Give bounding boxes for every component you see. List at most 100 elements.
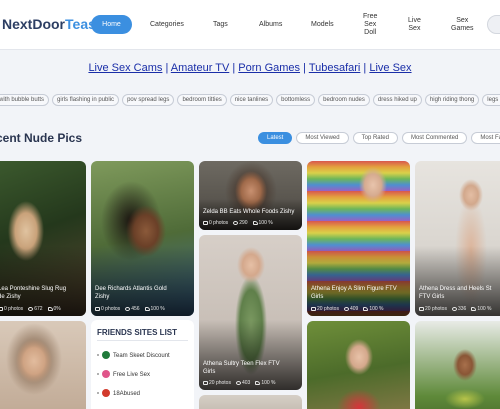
gallery-card[interactable]: Athena Dress and Heels St FTV Girls 20 ph…	[415, 161, 500, 316]
nav-categories[interactable]: Categories	[150, 21, 184, 29]
link-porn-games[interactable]: Porn Games	[238, 62, 300, 74]
card-caption-line1: Lea Ponteshine Slug Rug	[0, 286, 67, 292]
page: NextDoorTease Home Categories Tags Album…	[0, 0, 500, 409]
nav-free-sex-doll-line2: Sex	[364, 21, 377, 28]
site-favicon-icon	[102, 389, 110, 398]
nav-models[interactable]: Models	[311, 21, 334, 29]
card-caption-line1: Athena Sultry Teen Flex FTV	[203, 361, 280, 367]
photo-count: 0 photos	[4, 306, 24, 312]
logo-main: NextDoor	[2, 16, 66, 32]
photos-icon	[311, 306, 316, 311]
view-count: 336	[457, 306, 467, 312]
link-separator: |	[360, 62, 370, 74]
gallery-card[interactable]	[307, 321, 410, 409]
friend-link-label: Free Live Sex	[113, 372, 151, 378]
card-meta: 0 photos 290 100 %	[203, 220, 298, 226]
friend-link-label: Team Skeet Discount	[113, 353, 170, 359]
gallery-card[interactable]	[415, 321, 500, 409]
photo-count: 20 photos	[209, 380, 231, 386]
rating-value: 100 %	[261, 380, 276, 386]
thumb-up-icon	[252, 220, 258, 225]
link-separator: |	[229, 62, 239, 74]
gallery-thumbnail	[0, 321, 86, 409]
view-count: 456	[131, 306, 140, 312]
divider	[97, 340, 188, 341]
gallery-card[interactable]: Lea Ponteshine Slug Rug de Zishy 0 photos…	[0, 161, 86, 316]
tag-chip[interactable]: dress hiked up	[372, 94, 422, 106]
link-separator: |	[300, 62, 309, 74]
sort-tab-most-favorited[interactable]: Most Favori	[471, 132, 500, 144]
sort-tab-latest[interactable]: Latest	[258, 132, 293, 144]
site-header: NextDoorTease Home Categories Tags Album…	[0, 0, 500, 50]
eye-icon	[343, 306, 349, 311]
nav-live-sex[interactable]: Live Sex	[408, 17, 421, 33]
bullet-icon	[97, 392, 99, 395]
view-count: 672	[34, 306, 43, 312]
view-count: 409	[349, 306, 359, 312]
tag-chip[interactable]: pov spread legs	[122, 94, 175, 106]
sort-tab-most-viewed[interactable]: Most Viewed	[296, 132, 349, 144]
thumb-up-icon	[363, 306, 369, 311]
friend-link-label: 18Abused	[113, 391, 141, 397]
nav-live-sex-line1: Live	[408, 17, 421, 24]
card-meta: 20 photos 336 100 %	[419, 306, 500, 312]
nav-albums[interactable]: Albums	[259, 21, 282, 29]
card-meta: 0 photos 672 0%	[0, 306, 82, 312]
eye-icon	[451, 306, 457, 311]
site-favicon-icon	[102, 370, 110, 379]
nav-sex-games[interactable]: Sex Games	[451, 17, 474, 33]
photos-icon	[203, 380, 208, 385]
link-tubesafari[interactable]: Tubesafari	[309, 62, 361, 74]
photos-icon	[0, 306, 3, 311]
site-favicon-icon	[102, 351, 110, 360]
gallery-thumbnail	[199, 395, 302, 409]
rating-value: 100 %	[477, 306, 492, 312]
friend-link-free-live-sex[interactable]: Free Live Sex	[97, 370, 150, 380]
tag-chip[interactable]: bedroom titties	[177, 94, 227, 106]
card-caption-line2: Zishy	[95, 294, 110, 300]
nav-home[interactable]: Home	[91, 15, 132, 34]
tag-chip[interactable]: girls flashing in public	[52, 94, 120, 106]
tag-chip[interactable]: nice tanlines	[229, 94, 274, 106]
card-caption: Athena Enjoy A Slim Figure FTV Girls	[311, 285, 406, 301]
link-separator: |	[162, 62, 171, 74]
card-caption-line1: Zelda BB Eats Whole Foods Zishy	[203, 209, 295, 215]
eye-icon	[235, 380, 241, 385]
gallery-card[interactable]: Athena Enjoy A Slim Figure FTV Girls 20 p…	[307, 161, 410, 316]
gallery-card[interactable]: Zelda BB Eats Whole Foods Zishy 0 photos…	[199, 161, 302, 230]
tag-chip[interactable]: bedroom nudes	[318, 94, 370, 106]
card-meta: 0 photos 456 100 %	[95, 306, 190, 312]
site-logo[interactable]: NextDoorTease	[2, 16, 104, 32]
card-caption-line2: Girls	[311, 294, 324, 300]
nav-free-sex-doll[interactable]: Free Sex Doll	[363, 13, 377, 37]
theme-toggle-icon[interactable]	[487, 15, 500, 34]
link-amateur-tv[interactable]: Amateur TV	[171, 62, 230, 74]
nav-live-sex-line2: Sex	[408, 25, 421, 32]
tag-chip[interactable]: high riding thong	[424, 94, 480, 106]
rating-value: 100 %	[258, 220, 273, 226]
card-caption: Zelda BB Eats Whole Foods Zishy	[203, 208, 298, 216]
view-count: 403	[241, 380, 251, 386]
gallery-card[interactable]: Athena Sultry Teen Flex FTV Girls 20 phot…	[199, 235, 302, 390]
link-live-sex-cams[interactable]: Live Sex Cams	[88, 62, 162, 74]
tag-chip[interactable]: bottomless	[276, 94, 316, 106]
card-caption-line1: Dee Richards Atlantis Gold	[95, 286, 167, 292]
nav-tags[interactable]: Tags	[213, 21, 228, 29]
sort-tab-top-rated[interactable]: Top Rated	[352, 132, 398, 144]
friends-title: FRIENDS SITES LIST	[97, 328, 178, 337]
gallery-card[interactable]: Dee Richards Atlantis Gold Zishy 0 photos…	[91, 161, 194, 316]
gallery-card[interactable]	[0, 321, 86, 409]
friend-link-18abused[interactable]: 18Abused	[97, 389, 140, 399]
photo-count: 20 photos	[317, 306, 339, 312]
card-caption-line2: Girls	[203, 369, 216, 375]
rating-value: 0%	[53, 306, 61, 312]
tag-chip[interactable]: legs up	[482, 94, 500, 106]
rating-value: 100 %	[369, 306, 384, 312]
link-live-sex[interactable]: Live Sex	[369, 62, 411, 74]
gallery-card[interactable]	[199, 395, 302, 409]
thumb-up-icon	[47, 306, 53, 311]
sort-tab-most-commented[interactable]: Most Commented	[401, 132, 468, 144]
friend-link-team-skeet[interactable]: Team Skeet Discount	[97, 351, 170, 361]
eye-icon	[233, 220, 239, 225]
tag-chip[interactable]: with bubble butts	[0, 94, 50, 106]
